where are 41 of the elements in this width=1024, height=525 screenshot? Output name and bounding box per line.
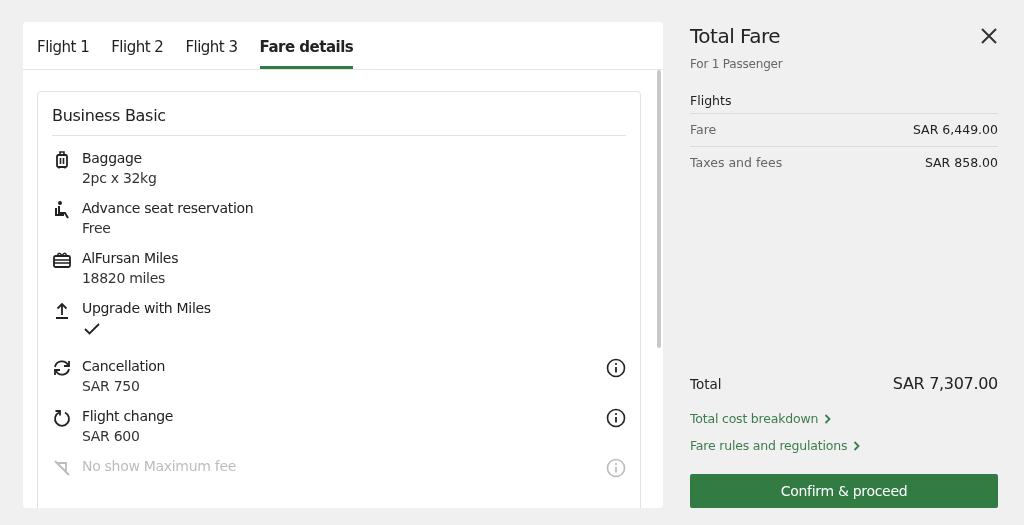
feature-label: Advance seat reservation	[82, 200, 255, 216]
check-icon	[82, 320, 102, 338]
fare-line-amount: SAR 6,449.00	[912, 122, 998, 137]
close-icon	[980, 27, 998, 45]
feature-value: 2pc x 32kg	[82, 170, 158, 186]
card-title: Business Basic	[52, 92, 626, 136]
circular-arrow-icon	[52, 408, 72, 428]
chevron-right-icon	[853, 440, 861, 451]
fare-line-label: Taxes and fees	[690, 155, 783, 170]
fare-line-label: Fare	[690, 122, 717, 137]
tab[interactable]: Flight 2	[111, 22, 164, 69]
fare-line-amount: SAR 858.00	[924, 155, 998, 170]
feature-value: Free	[82, 220, 112, 236]
feature-label: No show Maximum fee	[82, 458, 237, 474]
link[interactable]: Total cost breakdown	[690, 411, 832, 426]
feature-value: SAR 600	[82, 428, 141, 444]
tab[interactable]: Flight 1	[37, 22, 90, 69]
link[interactable]: Fare rules and regulations	[690, 438, 861, 453]
feature-label: AlFursan Miles	[82, 250, 180, 266]
tab[interactable]: Flight 3	[185, 22, 238, 69]
section-heading: Flights	[690, 93, 998, 114]
total-amount: SAR 7,307.00	[892, 374, 998, 393]
chevron-right-icon	[824, 413, 832, 424]
panel-title: Total Fare	[690, 24, 781, 48]
info-icon[interactable]	[606, 358, 626, 378]
seated-person-icon	[52, 200, 72, 220]
feature-label: Upgrade with Miles	[82, 300, 212, 316]
total-label: Total	[690, 375, 722, 392]
confirm-button[interactable]: Confirm & proceed	[690, 474, 998, 508]
close-button[interactable]	[980, 27, 998, 45]
feature-value: SAR 750	[82, 378, 141, 394]
feature-label: Cancellation	[82, 358, 167, 374]
tab[interactable]: Fare details	[259, 22, 354, 69]
refresh-arrows-icon	[52, 358, 72, 378]
feature-label: Flight change	[82, 408, 175, 424]
feature-label: Baggage	[82, 150, 143, 166]
feature-value: 18820 miles	[82, 270, 166, 286]
passenger-count: For 1 Passenger	[690, 57, 784, 71]
info-icon[interactable]	[606, 408, 626, 428]
gift-card-icon	[52, 250, 72, 270]
slashed-icon	[52, 458, 72, 478]
